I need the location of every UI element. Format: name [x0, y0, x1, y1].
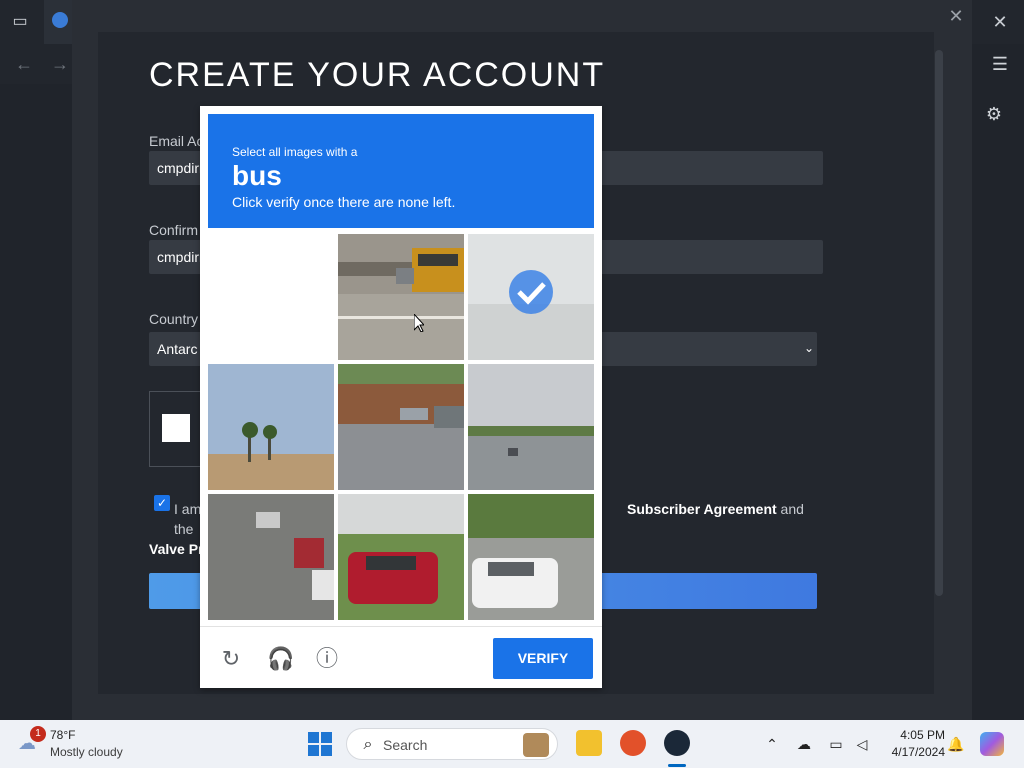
email-label: Email Ac: [149, 133, 204, 149]
taskbar: ☁ 1 78°F Mostly cloudy ⌕ Search ⌃ ☁ ▭ ◁ …: [0, 720, 1024, 768]
volume-icon[interactable]: ◁: [852, 734, 872, 754]
country-value: Antarc: [157, 341, 198, 357]
clock-date[interactable]: 4/17/2024: [885, 745, 945, 759]
captcha-tile-7[interactable]: [208, 494, 334, 620]
nav-bar: ← →: [0, 44, 74, 84]
chevron-down-icon: ⌄: [803, 341, 815, 355]
mouse-cursor-icon: [414, 314, 424, 332]
firefox-icon[interactable]: [620, 730, 646, 756]
scrollbar[interactable]: [935, 50, 943, 596]
captcha-tile-2[interactable]: [338, 234, 464, 360]
captcha-grid: [208, 234, 594, 620]
forward-arrow-icon[interactable]: →: [48, 52, 72, 76]
copilot-icon[interactable]: [980, 732, 1004, 756]
subscriber-agreement-link[interactable]: Subscriber Agreement: [627, 501, 777, 517]
country-label: Country: [149, 311, 199, 327]
steam-logo-icon: [52, 12, 68, 28]
terms-prefix: I am: [174, 501, 202, 517]
captcha-tile-1[interactable]: [208, 234, 334, 360]
captcha-tile-8[interactable]: [338, 494, 464, 620]
menu-icon[interactable]: ☰: [988, 52, 1012, 76]
headphones-icon[interactable]: 🎧: [267, 647, 294, 671]
weather-desc[interactable]: Mostly cloudy: [50, 745, 123, 759]
confirm-email-value: cmpdirr: [157, 249, 204, 265]
active-app-indicator: [668, 764, 686, 767]
captcha-prompt: Select all images with a: [232, 145, 358, 159]
clock-time[interactable]: 4:05 PM: [897, 728, 945, 742]
captcha-target: bus: [232, 160, 282, 191]
dialog-close-icon[interactable]: ✕: [944, 4, 968, 28]
search-highlight-icon: [523, 733, 549, 757]
captcha-footer: ↻ 🎧 ⓘ VERIFY: [200, 626, 602, 688]
captcha-tile-5[interactable]: [338, 364, 464, 490]
valve-privacy-link[interactable]: Valve Pr: [149, 541, 204, 557]
captcha-tile-3[interactable]: [468, 234, 594, 360]
bell-icon[interactable]: 🔔: [946, 734, 966, 754]
right-toolbar: ☰ ⚙: [972, 44, 1024, 720]
reload-icon[interactable]: ↻: [219, 647, 243, 671]
email-value: cmpdirr: [157, 160, 204, 176]
info-icon[interactable]: ⓘ: [315, 647, 339, 671]
window-close-icon[interactable]: ✕: [988, 10, 1012, 34]
captcha-challenge: Select all images with a bus Click verif…: [200, 106, 602, 688]
weather-badge: 1: [30, 726, 46, 742]
terms-checkbox[interactable]: ✓: [154, 495, 170, 511]
captcha-checkbox[interactable]: [162, 414, 190, 442]
confirm-email-label: Confirm: [149, 222, 199, 238]
chevron-up-icon[interactable]: ⌃: [762, 734, 782, 754]
windows-start-icon[interactable]: [308, 732, 332, 756]
tab-overview-icon[interactable]: ▭: [8, 10, 32, 34]
captcha-tile-6[interactable]: [468, 364, 594, 490]
search-icon: ⌕: [363, 736, 373, 753]
verify-button[interactable]: VERIFY: [493, 638, 593, 679]
taskbar-search[interactable]: ⌕ Search: [346, 728, 558, 760]
onedrive-icon[interactable]: ☁: [794, 734, 814, 754]
search-label: Search: [383, 737, 428, 753]
back-arrow-icon[interactable]: ←: [12, 52, 36, 76]
steam-icon[interactable]: [664, 730, 690, 756]
captcha-header: Select all images with a bus Click verif…: [208, 114, 594, 228]
file-explorer-icon[interactable]: [576, 730, 602, 756]
captcha-instruction: Click verify once there are none left.: [232, 194, 456, 210]
page-title: CREATE YOUR ACCOUNT: [149, 56, 606, 94]
display-icon[interactable]: ▭: [826, 734, 846, 754]
captcha-tile-9[interactable]: [468, 494, 594, 620]
gear-icon[interactable]: ⚙: [982, 102, 1006, 126]
captcha-tile-4[interactable]: [208, 364, 334, 490]
weather-temp[interactable]: 78°F: [50, 728, 75, 742]
steam-tab[interactable]: [44, 0, 74, 44]
